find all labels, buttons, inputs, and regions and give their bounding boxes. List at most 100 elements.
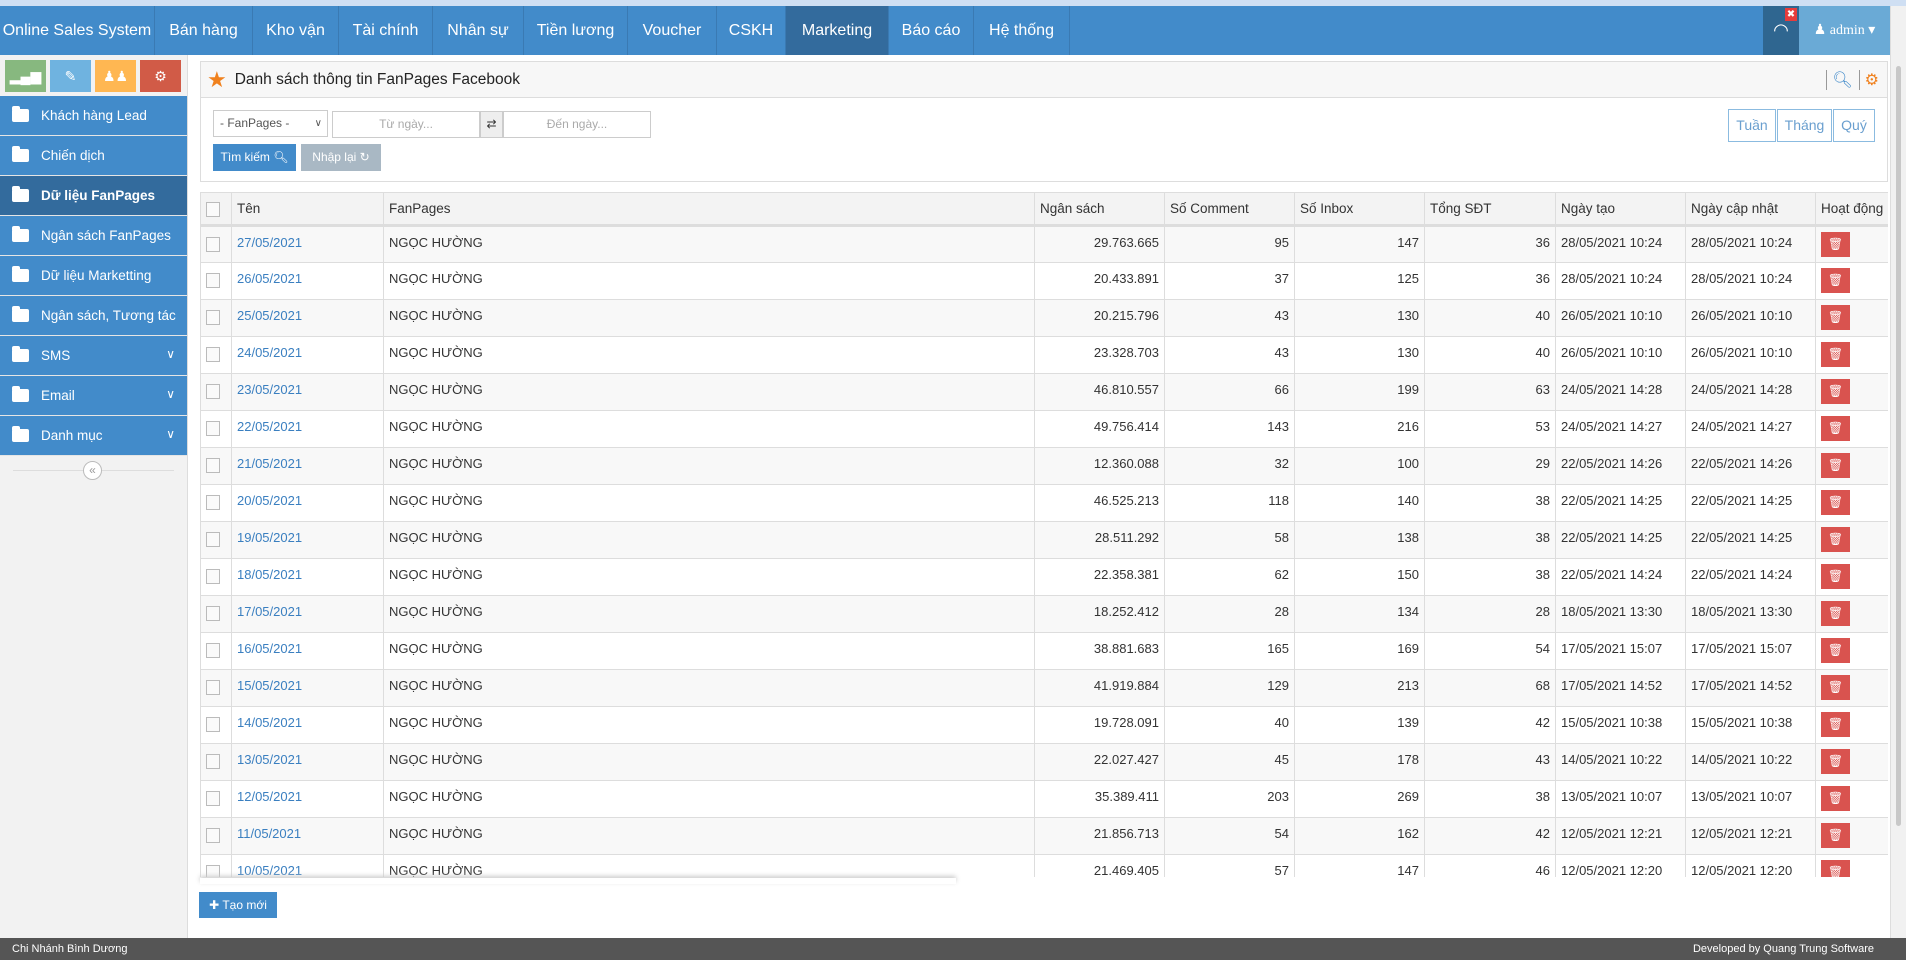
row-name-link[interactable]: 26/05/2021	[231, 262, 384, 300]
column-header[interactable]: Hoạt động	[1815, 192, 1888, 227]
delete-button[interactable]: 🗑︎	[1821, 379, 1850, 404]
row-name-link[interactable]: 12/05/2021	[231, 780, 384, 818]
nav-cskh[interactable]: CSKH	[717, 6, 786, 55]
row-name-link[interactable]: 27/05/2021	[231, 225, 384, 263]
row-checkbox[interactable]	[206, 643, 220, 658]
row-name-link[interactable]: 10/05/2021	[231, 854, 384, 877]
search-button[interactable]: Tìm kiếm 🔍︎	[213, 144, 296, 171]
row-name-link[interactable]: 16/05/2021	[231, 632, 384, 670]
reset-button[interactable]: Nhập lại ↻	[301, 144, 381, 171]
brand-link[interactable]: Online Sales System	[0, 6, 155, 55]
row-checkbox[interactable]	[206, 458, 220, 473]
row-name-link[interactable]: 14/05/2021	[231, 706, 384, 744]
row-name-link[interactable]: 18/05/2021	[231, 558, 384, 596]
scrollbar-thumb[interactable]	[1896, 66, 1901, 826]
delete-button[interactable]: 🗑︎	[1821, 527, 1850, 552]
search-toggle-icon[interactable]: 🔍︎	[1826, 69, 1853, 90]
row-name-link[interactable]: 20/05/2021	[231, 484, 384, 522]
row-name-link[interactable]: 11/05/2021	[231, 817, 384, 855]
row-checkbox[interactable]	[206, 865, 220, 877]
nav-tien-luong[interactable]: Tiền lương	[524, 6, 628, 55]
row-checkbox[interactable]	[206, 273, 220, 288]
row-checkbox[interactable]	[206, 495, 220, 510]
period-month-button[interactable]: Tháng	[1777, 109, 1832, 142]
row-checkbox[interactable]	[206, 828, 220, 843]
row-checkbox[interactable]	[206, 532, 220, 547]
row-checkbox[interactable]	[206, 384, 220, 399]
sidebar-item[interactable]: Chiến dịch	[0, 136, 187, 176]
column-header[interactable]: Tổng SĐT	[1424, 192, 1556, 227]
row-checkbox[interactable]	[206, 680, 220, 695]
delete-button[interactable]: 🗑︎	[1821, 416, 1850, 441]
sidebar-item[interactable]: SMS ∨	[0, 336, 187, 376]
nav-nhan-su[interactable]: Nhân sự	[433, 6, 524, 55]
create-new-button[interactable]: ✚ Tạo mới	[199, 892, 277, 918]
column-header[interactable]: Ngân sách	[1034, 192, 1165, 227]
nav-ban-hang[interactable]: Bán hàng	[155, 6, 253, 55]
delete-button[interactable]: 🗑︎	[1821, 601, 1850, 626]
delete-button[interactable]: 🗑︎	[1821, 675, 1850, 700]
delete-button[interactable]: 🗑︎	[1821, 638, 1850, 663]
column-header[interactable]: Ngày tạo	[1555, 192, 1686, 227]
column-header[interactable]: FanPages	[383, 192, 1035, 227]
nav-marketing[interactable]: Marketing	[786, 6, 889, 55]
delete-button[interactable]: 🗑︎	[1821, 232, 1850, 257]
column-header[interactable]: Số Comment	[1164, 192, 1295, 227]
row-checkbox[interactable]	[206, 569, 220, 584]
row-checkbox[interactable]	[206, 791, 220, 806]
row-checkbox[interactable]	[206, 717, 220, 732]
user-menu[interactable]: ♟ admin ▾	[1799, 6, 1890, 55]
nav-kho-van[interactable]: Kho vận	[253, 6, 339, 55]
delete-button[interactable]: 🗑︎	[1821, 749, 1850, 774]
delete-button[interactable]: 🗑︎	[1821, 712, 1850, 737]
edit-shortcut-button[interactable]: ✎	[50, 60, 91, 92]
delete-button[interactable]: 🗑︎	[1821, 305, 1850, 330]
users-shortcut-button[interactable]: ♟♟	[95, 60, 136, 92]
sidebar-item[interactable]: Ngân sách FanPages	[0, 216, 187, 256]
collapse-sidebar-button[interactable]: «	[83, 461, 102, 480]
row-checkbox[interactable]	[206, 754, 220, 769]
nav-he-thong[interactable]: Hệ thống	[974, 6, 1070, 55]
nav-bao-cao[interactable]: Báo cáo	[889, 6, 974, 55]
delete-button[interactable]: 🗑︎	[1821, 490, 1850, 515]
sidebar-item[interactable]: Dữ liệu Marketting	[0, 256, 187, 296]
row-name-link[interactable]: 15/05/2021	[231, 669, 384, 707]
row-name-link[interactable]: 25/05/2021	[231, 299, 384, 337]
to-date-input[interactable]: Đến ngày...	[503, 111, 651, 138]
row-name-link[interactable]: 19/05/2021	[231, 521, 384, 559]
nav-tai-chinh[interactable]: Tài chính	[339, 6, 433, 55]
row-checkbox[interactable]	[206, 237, 220, 252]
column-header[interactable]: Số Inbox	[1294, 192, 1425, 227]
column-header[interactable]: Ngày cập nhật	[1685, 192, 1816, 227]
settings-shortcut-button[interactable]: ⚙	[140, 60, 181, 92]
row-name-link[interactable]: 24/05/2021	[231, 336, 384, 374]
delete-button[interactable]: 🗑︎	[1821, 823, 1850, 848]
sidebar-item[interactable]: Ngân sách, Tương tác	[0, 296, 187, 336]
from-date-input[interactable]: Từ ngày...	[332, 111, 480, 138]
row-name-link[interactable]: 21/05/2021	[231, 447, 384, 485]
row-name-link[interactable]: 17/05/2021	[231, 595, 384, 633]
delete-button[interactable]: 🗑︎	[1821, 860, 1850, 877]
row-name-link[interactable]: 23/05/2021	[231, 373, 384, 411]
period-week-button[interactable]: Tuần	[1728, 109, 1776, 142]
column-header[interactable]: Tên	[231, 192, 384, 227]
select-all-checkbox[interactable]	[206, 202, 220, 217]
row-name-link[interactable]: 13/05/2021	[231, 743, 384, 781]
connection-status-button[interactable]: ◠ ✖	[1763, 6, 1799, 55]
nav-voucher[interactable]: Voucher	[628, 6, 717, 55]
sidebar-item[interactable]: Khách hàng Lead	[0, 96, 187, 136]
row-checkbox[interactable]	[206, 347, 220, 362]
row-checkbox[interactable]	[206, 310, 220, 325]
sidebar-item[interactable]: Dữ liệu FanPages	[0, 176, 187, 216]
fanpage-select[interactable]: - FanPages - ∨	[213, 110, 328, 137]
sidebar-item[interactable]: Danh mục ∨	[0, 416, 187, 456]
gear-icon[interactable]: ⚙	[1858, 69, 1879, 90]
page-scrollbar[interactable]	[1890, 6, 1906, 938]
row-name-link[interactable]: 22/05/2021	[231, 410, 384, 448]
stats-shortcut-button[interactable]: ▂▄▆	[5, 60, 46, 92]
delete-button[interactable]: 🗑︎	[1821, 564, 1850, 589]
sidebar-item[interactable]: Email ∨	[0, 376, 187, 416]
delete-button[interactable]: 🗑︎	[1821, 268, 1850, 293]
period-quarter-button[interactable]: Quý	[1833, 109, 1875, 142]
row-checkbox[interactable]	[206, 606, 220, 621]
